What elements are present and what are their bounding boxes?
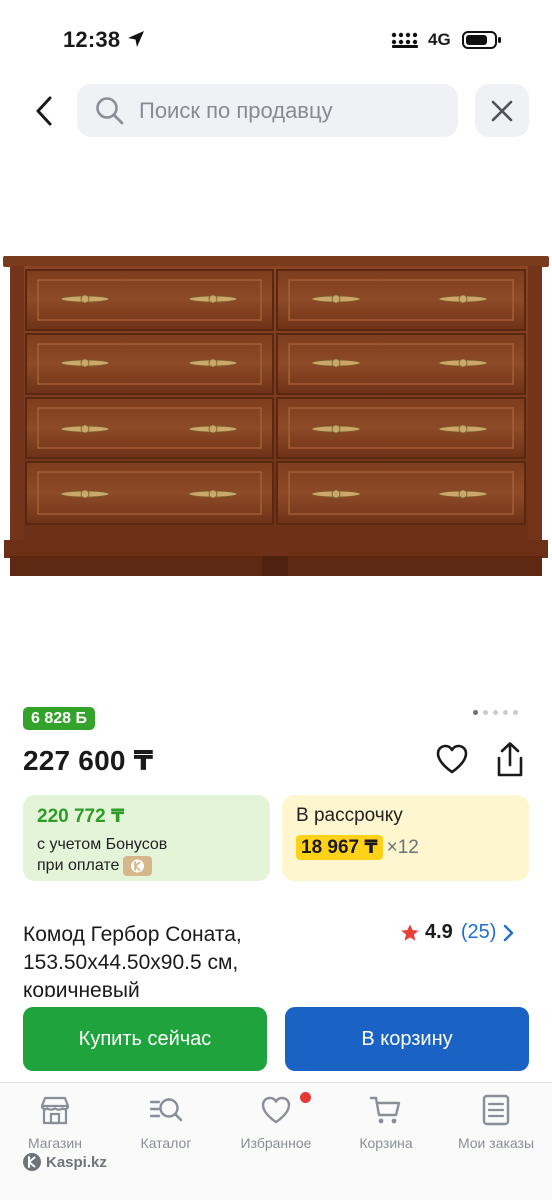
status-bar: 12:38 4G	[0, 0, 552, 80]
back-button[interactable]	[24, 88, 64, 134]
kaspi-footer: Kaspi.kz	[22, 1152, 107, 1172]
installment-title: В рассрочку	[296, 805, 403, 826]
star-icon	[401, 924, 419, 941]
tab-favorites-label: Избранное	[240, 1135, 312, 1151]
close-search-button[interactable]	[475, 84, 529, 137]
battery-icon	[462, 31, 501, 49]
heart-icon	[261, 1096, 291, 1124]
installment-multiplier: ×12	[386, 836, 419, 858]
tab-favorites[interactable]: Избранное	[226, 1093, 326, 1153]
search-icon	[96, 96, 124, 124]
catalog-icon	[149, 1098, 183, 1122]
rating-value: 4.9	[425, 921, 453, 943]
kaspi-pay-icon	[123, 855, 153, 876]
tab-shop-label: Магазин	[27, 1135, 82, 1151]
tab-cart-label: Корзина	[359, 1135, 413, 1151]
tab-catalog-label: Каталог	[140, 1135, 192, 1151]
share-icon	[497, 742, 523, 777]
image-dot[interactable]	[483, 710, 488, 715]
tab-shop[interactable]: Магазин	[5, 1093, 105, 1153]
chevron-left-icon	[36, 96, 52, 126]
image-dot[interactable]	[493, 710, 498, 715]
image-dot[interactable]	[513, 710, 518, 715]
rating-count[interactable]: (25)	[461, 921, 497, 944]
rating[interactable]: 4.9 (25)	[400, 921, 514, 944]
kaspi-brand: Kaspi.kz	[46, 1153, 107, 1171]
add-to-cart-button[interactable]: В корзину	[285, 1007, 529, 1071]
share-button[interactable]	[492, 741, 528, 779]
product-title: Комод Гербор Соната, 153.50x44.50x90.5 с…	[23, 923, 242, 997]
kaspi-logo-icon	[23, 1153, 41, 1171]
orders-icon	[482, 1094, 510, 1126]
bonus-card-line2: при оплате	[37, 857, 120, 874]
tab-catalog[interactable]: Каталог	[116, 1093, 216, 1153]
installment-card[interactable]: В рассрочку 18 967 ₸ ×12	[282, 795, 529, 881]
shop-icon	[40, 1096, 70, 1125]
heart-icon	[436, 744, 468, 774]
bonus-card-line1: с учетом Бонусов	[37, 836, 168, 853]
tab-cart[interactable]: Корзина	[336, 1093, 436, 1153]
bonus-card-price: 220 772 ₸	[37, 806, 125, 827]
product-image[interactable]	[0, 150, 552, 695]
status-time: 12:38	[63, 27, 121, 52]
cart-icon	[369, 1096, 401, 1124]
bonus-badge: 6 828 Б	[23, 707, 95, 730]
installment-row: 18 967 ₸ ×12	[296, 835, 515, 860]
favorite-button[interactable]	[434, 741, 470, 777]
product-price: 227 600 ₸	[23, 745, 154, 776]
tab-orders[interactable]: Мои заказы	[446, 1093, 546, 1153]
image-dot[interactable]	[473, 710, 478, 715]
network-label: 4G	[428, 30, 451, 49]
favorites-notification-dot	[300, 1092, 311, 1103]
search-box[interactable]	[77, 84, 458, 137]
bonus-price-card[interactable]: 220 772 ₸ с учетом Бонусов при оплате	[23, 795, 270, 881]
image-pagination-dots[interactable]	[473, 710, 525, 716]
image-dot[interactable]	[503, 710, 508, 715]
tab-orders-label: Мои заказы	[457, 1135, 535, 1151]
buy-now-button[interactable]: Купить сейчас	[23, 1007, 267, 1071]
bonus-card-text: с учетом Бонусов при оплате	[37, 834, 256, 876]
installment-amount: 18 967 ₸	[296, 835, 383, 860]
signal-icon	[391, 32, 418, 48]
location-arrow-icon	[128, 31, 144, 47]
search-input[interactable]	[139, 97, 439, 124]
chevron-right-icon	[504, 924, 514, 941]
bonus-card-line2-row: при оплате	[37, 855, 256, 876]
close-icon	[491, 100, 513, 121]
